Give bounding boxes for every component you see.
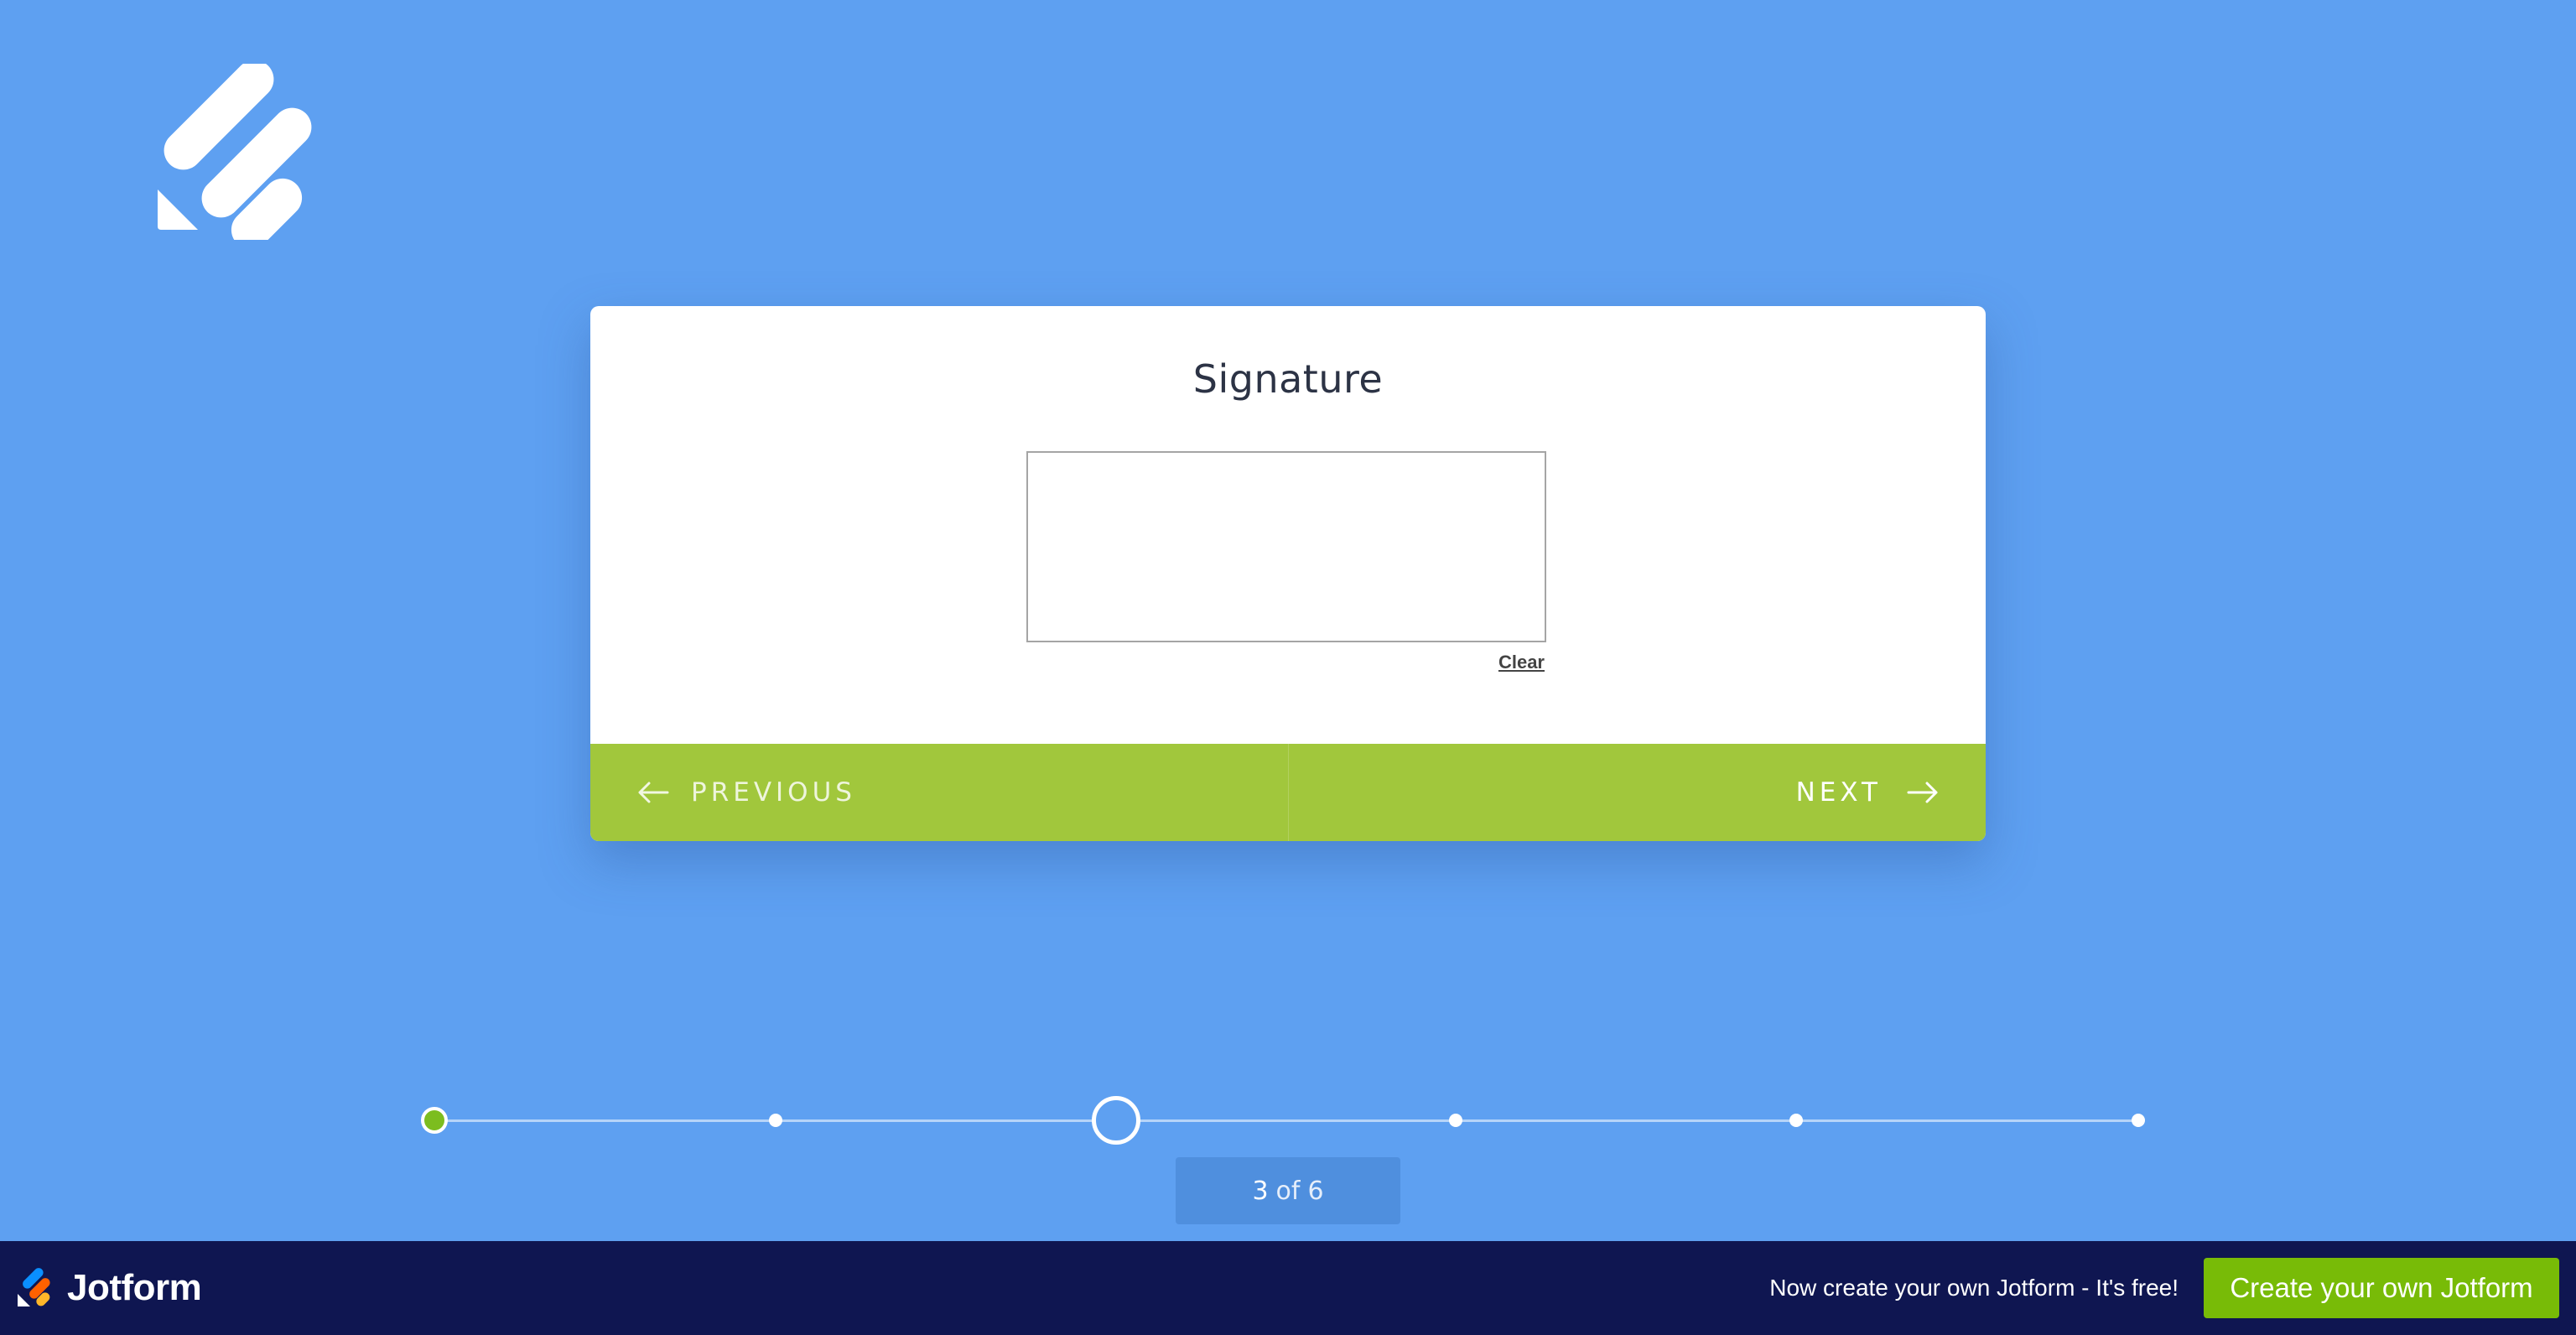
progress-step-4[interactable] bbox=[1449, 1114, 1462, 1127]
form-logo-icon bbox=[158, 60, 312, 250]
footer-bar: Jotform Now create your own Jotform - It… bbox=[0, 1241, 2576, 1335]
form-logo bbox=[151, 60, 319, 250]
footer-actions: Now create your own Jotform - It's free!… bbox=[1769, 1258, 2576, 1318]
navigation-bar: PREVIOUS NEXT bbox=[590, 744, 1986, 841]
previous-label: PREVIOUS bbox=[691, 777, 856, 808]
arrow-right-icon bbox=[1907, 782, 1938, 803]
progress-step-2[interactable] bbox=[769, 1114, 782, 1127]
question-title: Signature bbox=[1192, 356, 1384, 402]
current-page: 3 bbox=[1252, 1176, 1269, 1206]
signature-pad[interactable] bbox=[1026, 451, 1546, 642]
brand-name: Jotform bbox=[67, 1267, 202, 1308]
progress-step-5[interactable] bbox=[1789, 1114, 1803, 1127]
progress-step-1[interactable] bbox=[421, 1107, 448, 1134]
next-button[interactable]: NEXT bbox=[1289, 744, 1987, 841]
jotform-logo-icon bbox=[18, 1268, 50, 1306]
page-of-label: of bbox=[1275, 1176, 1301, 1206]
footer-tagline: Now create your own Jotform - It's free! bbox=[1769, 1275, 2179, 1301]
form-card: Signature Clear PREVIOUS NEXT bbox=[590, 306, 1986, 841]
clear-signature-link[interactable]: Clear bbox=[1462, 652, 1545, 673]
progress-step-3[interactable] bbox=[1092, 1096, 1140, 1145]
progress-line bbox=[434, 1119, 2140, 1122]
previous-button[interactable]: PREVIOUS bbox=[590, 744, 1289, 841]
total-pages: 6 bbox=[1307, 1176, 1324, 1206]
progress-step-6[interactable] bbox=[2132, 1114, 2145, 1127]
progress-track bbox=[421, 1096, 2145, 1145]
create-jotform-button[interactable]: Create your own Jotform bbox=[2204, 1258, 2559, 1318]
jotform-brand-link[interactable]: Jotform bbox=[15, 1267, 202, 1309]
page-counter: 3 of 6 bbox=[1176, 1157, 1400, 1224]
arrow-left-icon bbox=[638, 782, 669, 803]
next-label: NEXT bbox=[1795, 777, 1882, 808]
